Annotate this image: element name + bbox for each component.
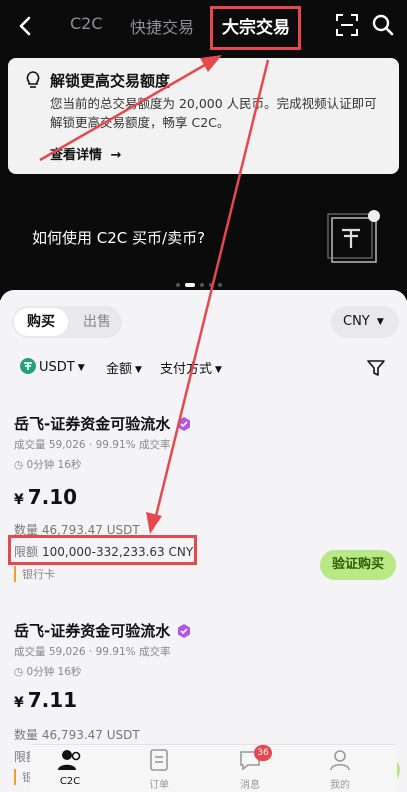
avg-time: ◷ 0分钟 16秒 bbox=[14, 664, 81, 679]
clock-icon: ◷ bbox=[14, 666, 24, 678]
tab-quick-trade[interactable]: 快捷交易 bbox=[130, 14, 194, 38]
message-count-badge: 36 bbox=[254, 745, 272, 761]
caret-down-icon: ▼ bbox=[215, 365, 222, 375]
notice-details-label: 查看详情 bbox=[50, 148, 103, 163]
avg-time-text: 0分钟 16秒 bbox=[26, 666, 82, 678]
amount-filter[interactable]: 金额 ▼ bbox=[106, 358, 142, 377]
profile-icon bbox=[330, 750, 350, 771]
avg-time: ◷ 0分钟 16秒 bbox=[14, 457, 81, 472]
caret-down-icon: ▼ bbox=[77, 363, 85, 373]
caret-down-icon: ▼ bbox=[135, 365, 142, 375]
quantity-label: 数量 bbox=[14, 728, 39, 742]
bottom-nav-label: 我的 bbox=[330, 780, 350, 791]
buy-tab[interactable]: 购买 bbox=[14, 308, 68, 336]
notice-details-link[interactable]: 查看详情 → bbox=[50, 144, 121, 163]
payment-filter[interactable]: 支付方式 ▼ bbox=[160, 358, 222, 377]
sell-tab[interactable]: 出售 bbox=[74, 308, 120, 336]
verified-badge-icon bbox=[178, 417, 191, 431]
highlight-box-limit bbox=[8, 535, 197, 565]
merchant-stats: 成交量 59,026 · 99.91% 成交率 bbox=[14, 439, 171, 451]
bottom-nav-label: C2C bbox=[59, 776, 81, 787]
usdt-icon bbox=[20, 358, 36, 374]
clock-icon: ◷ bbox=[14, 459, 24, 471]
currency-symbol: ¥ bbox=[14, 695, 24, 711]
lightbulb-icon bbox=[26, 71, 40, 88]
notice-body: 您当前的总交易额度为 20,000 人民币。完成视频认证即可解锁更高交易额度，畅… bbox=[50, 96, 377, 130]
bottom-nav-label: 订单 bbox=[149, 780, 169, 791]
merchant-name[interactable]: 岳飞-证券资金可验流水 bbox=[14, 620, 191, 641]
verify-buy-button[interactable]: 验证购买 bbox=[320, 550, 396, 580]
merchant-stats: 成交量 59,026 · 99.91% 成交率 bbox=[14, 646, 171, 658]
price-value: 7.10 bbox=[27, 485, 78, 509]
bottom-nav-c2c[interactable]: C2C bbox=[40, 749, 100, 787]
back-arrow-icon[interactable] bbox=[12, 12, 40, 40]
merchant-name-text: 岳飞-证券资金可验流水 bbox=[14, 622, 171, 640]
currency-value: CNY bbox=[343, 314, 370, 329]
price: ¥7.10 bbox=[14, 485, 77, 509]
avg-time-text: 0分钟 16秒 bbox=[26, 459, 82, 471]
bottom-nav-orders[interactable]: 订单 bbox=[129, 749, 189, 791]
bottom-nav-label: 消息 bbox=[240, 780, 260, 791]
orders-icon bbox=[150, 749, 168, 771]
price-value: 7.11 bbox=[27, 688, 78, 712]
caret-down-icon: ▼ bbox=[376, 317, 384, 327]
bottom-nav-messages[interactable]: 36 消息 bbox=[220, 745, 280, 791]
arrow-right-icon: → bbox=[110, 148, 122, 163]
available-quantity: 数量 46,793.47 USDT bbox=[14, 726, 140, 743]
currency-selector[interactable]: CNY ▼ bbox=[331, 306, 399, 338]
promo-banner-text[interactable]: 如何使用 C2C 买币/卖币? bbox=[32, 227, 205, 248]
buy-sell-toggle: 购买 出售 bbox=[12, 306, 122, 338]
payment-filter-label: 支付方式 bbox=[160, 362, 213, 377]
currency-symbol: ¥ bbox=[14, 492, 24, 508]
merchant-name[interactable]: 岳飞-证券资金可验流水 bbox=[14, 413, 191, 434]
notice-title: 解锁更高交易额度 bbox=[50, 72, 171, 90]
filter-funnel-icon[interactable] bbox=[366, 358, 386, 378]
price: ¥7.11 bbox=[14, 688, 77, 712]
users-icon bbox=[58, 750, 81, 770]
asset-filter[interactable]: USDT ▼ bbox=[20, 358, 85, 375]
payment-method: 银行卡 bbox=[14, 566, 55, 582]
asset-filter-label: USDT bbox=[39, 360, 75, 375]
merchant-name-text: 岳飞-证券资金可验流水 bbox=[14, 415, 171, 433]
search-icon[interactable] bbox=[372, 14, 394, 36]
amount-filter-label: 金额 bbox=[106, 362, 133, 377]
tether-coin-illustration bbox=[327, 210, 380, 263]
quantity-value: 46,793.47 USDT bbox=[41, 728, 140, 742]
highlight-box-tab bbox=[210, 6, 301, 50]
notice-card: 解锁更高交易额度 您当前的总交易额度为 20,000 人民币。完成视频认证即可解… bbox=[8, 58, 399, 174]
verified-badge-icon bbox=[178, 624, 191, 638]
scan-icon[interactable] bbox=[336, 14, 358, 36]
tab-c2c[interactable]: C2C bbox=[70, 14, 103, 33]
bottom-nav-profile[interactable]: 我的 bbox=[310, 749, 370, 791]
bottom-nav: C2C 订单 36 消息 我的 bbox=[30, 744, 397, 792]
top-nav: C2C 快捷交易 大宗交易 bbox=[0, 0, 407, 52]
